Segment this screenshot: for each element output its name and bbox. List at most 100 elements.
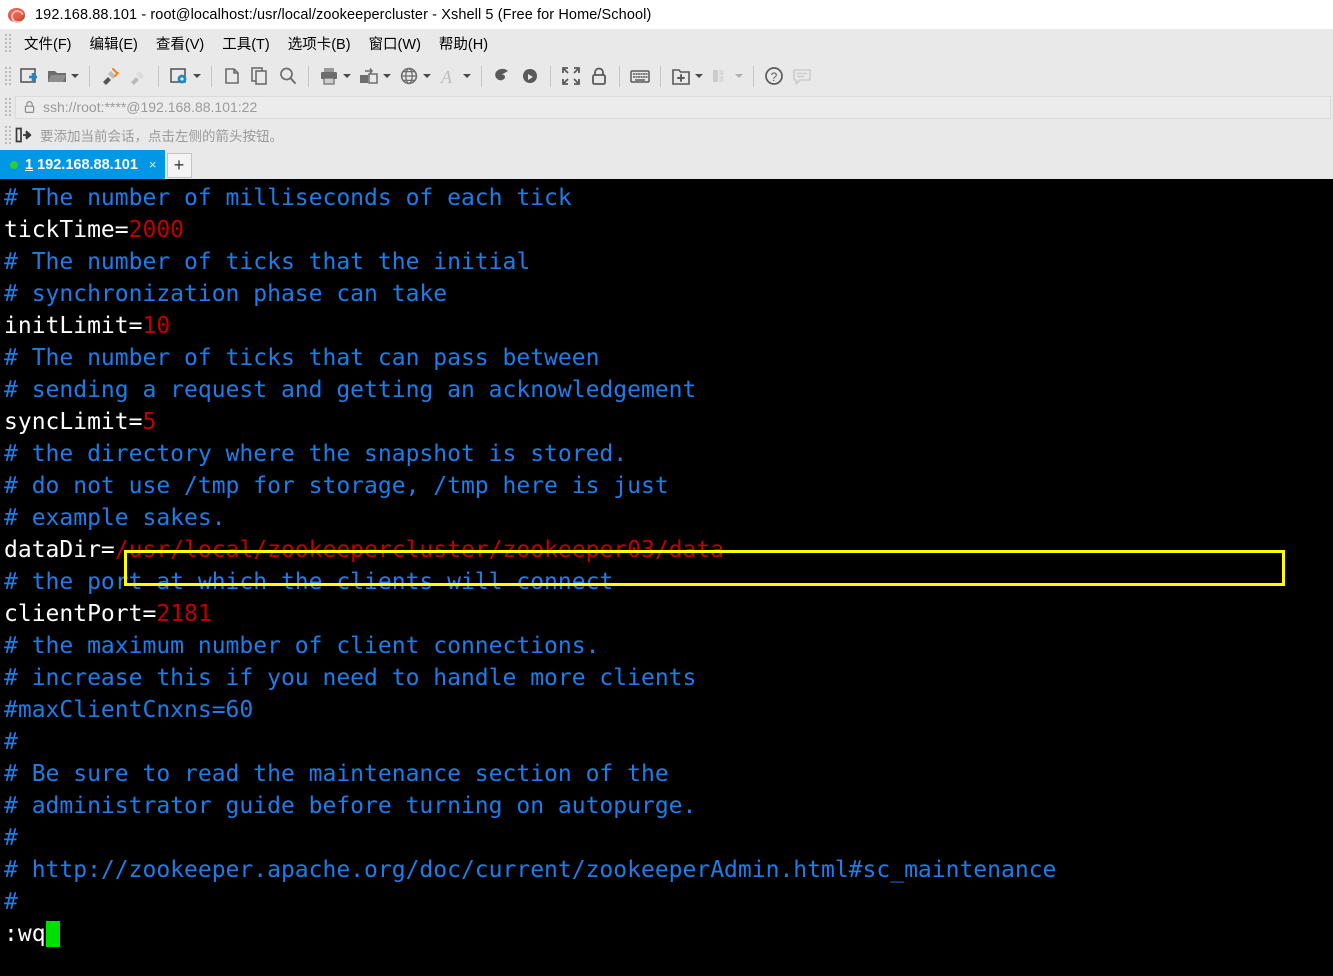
terminal-line: # http://zookeeper.apache.org/doc/curren… bbox=[0, 854, 1333, 886]
copy-session-icon bbox=[225, 68, 239, 84]
chevron-down-icon[interactable] bbox=[71, 74, 79, 78]
menu-bar: 文件(F) 编辑(E) 查看(V) 工具(T) 选项卡(B) 窗口(W) 帮助(… bbox=[0, 29, 1333, 58]
paste-icon bbox=[251, 67, 267, 85]
print-button[interactable] bbox=[315, 61, 355, 91]
tab-host: 192.168.88.101 bbox=[37, 156, 138, 173]
tab-close-icon[interactable]: × bbox=[149, 158, 157, 171]
chevron-down-icon[interactable] bbox=[383, 74, 391, 78]
menu-tools[interactable]: 工具(T) bbox=[213, 31, 279, 56]
terminal-segment: initLimit= bbox=[4, 313, 143, 339]
help-button[interactable]: ? bbox=[760, 61, 788, 91]
xshell-logo-icon bbox=[7, 5, 27, 25]
menu-help[interactable]: 帮助(H) bbox=[430, 31, 497, 56]
xshell-window: 192.168.88.101 - root@localhost:/usr/loc… bbox=[0, 0, 1333, 976]
tab-session-1[interactable]: 1 192.168.88.101 × bbox=[0, 150, 165, 179]
terminal-line: # do not use /tmp for storage, /tmp here… bbox=[0, 470, 1333, 502]
new-tab-button[interactable]: + bbox=[166, 153, 192, 178]
lock-icon bbox=[592, 67, 606, 85]
keyboard-button[interactable] bbox=[626, 61, 654, 91]
terminal-cursor bbox=[45, 921, 60, 947]
lock-button[interactable] bbox=[585, 61, 613, 91]
session-properties-button[interactable] bbox=[165, 61, 205, 91]
chevron-down-icon[interactable] bbox=[463, 74, 471, 78]
terminal-segment: syncLimit= bbox=[4, 409, 143, 435]
font-icon: A bbox=[440, 67, 453, 87]
toolbar-separator bbox=[550, 65, 551, 87]
file-transfer-button[interactable] bbox=[355, 61, 395, 91]
menu-window[interactable]: 窗口(W) bbox=[360, 31, 430, 56]
notice-bar: 要添加当前会话，点击左侧的箭头按钮。 bbox=[0, 120, 1333, 150]
menu-file[interactable]: 文件(F) bbox=[15, 31, 81, 56]
terminal-line: # bbox=[0, 726, 1333, 758]
terminal-line: # the directory where the snapshot is st… bbox=[0, 438, 1333, 470]
terminal-segment: #maxClientCnxns=60 bbox=[4, 697, 254, 723]
chevron-down-icon[interactable] bbox=[695, 74, 703, 78]
terminal-line: # The number of milliseconds of each tic… bbox=[0, 182, 1333, 214]
chevron-down-icon[interactable] bbox=[343, 74, 351, 78]
terminal-line: :wq bbox=[0, 918, 1333, 950]
terminal-line: # sending a request and getting an ackno… bbox=[0, 374, 1333, 406]
fullscreen-button[interactable] bbox=[557, 61, 585, 91]
terminal-line: # The number of ticks that can pass betw… bbox=[0, 342, 1333, 374]
disconnect-button bbox=[124, 61, 152, 91]
menu-edit[interactable]: 编辑(E) bbox=[81, 31, 147, 56]
chevron-down-icon[interactable] bbox=[423, 74, 431, 78]
toolbar-separator bbox=[89, 65, 90, 87]
connect-button[interactable] bbox=[96, 61, 124, 91]
terminal-line: dataDir=/usr/local/zookeepercluster/zook… bbox=[0, 534, 1333, 566]
terminal-segment: # The number of ticks that can pass betw… bbox=[4, 345, 600, 371]
terminal-line: # increase this if you need to handle mo… bbox=[0, 662, 1333, 694]
new-session-button[interactable] bbox=[15, 61, 43, 91]
terminal-segment: # the maximum number of client connectio… bbox=[4, 633, 600, 659]
tab-index: 1 bbox=[25, 156, 34, 173]
help-icon: ? bbox=[765, 67, 783, 85]
font-button[interactable]: A bbox=[435, 61, 475, 91]
feedback-icon bbox=[793, 69, 811, 85]
add-folder-button[interactable] bbox=[667, 61, 707, 91]
terminal-line: syncLimit=5 bbox=[0, 406, 1333, 438]
menubar-gripper[interactable] bbox=[3, 32, 12, 54]
menu-view[interactable]: 查看(V) bbox=[147, 31, 213, 56]
terminal-segment: 2000 bbox=[128, 217, 185, 243]
terminal-segment: # bbox=[4, 889, 18, 915]
tab-status-dot bbox=[10, 160, 18, 169]
open-folder-button[interactable] bbox=[43, 61, 83, 91]
copy-session-button[interactable] bbox=[218, 61, 246, 91]
layout-icon bbox=[713, 70, 724, 82]
toolbar-separator bbox=[211, 65, 212, 87]
paste-button[interactable] bbox=[246, 61, 274, 91]
layout-button bbox=[707, 61, 747, 91]
address-bar: ssh://root:****@192.168.88.101:22 bbox=[0, 94, 1333, 120]
terminal-line: # bbox=[0, 822, 1333, 854]
toolbar-separator bbox=[753, 65, 754, 87]
toolbar-separator bbox=[619, 65, 620, 87]
svg-text:?: ? bbox=[771, 70, 778, 84]
feedback-button[interactable] bbox=[788, 61, 816, 91]
terminal-screen[interactable]: # The number of milliseconds of each tic… bbox=[0, 179, 1333, 976]
globe-button[interactable] bbox=[395, 61, 435, 91]
terminal-segment: # sending a request and getting an ackno… bbox=[4, 377, 697, 403]
shell-button[interactable] bbox=[488, 61, 516, 91]
find-button[interactable] bbox=[274, 61, 302, 91]
addressbar-gripper[interactable] bbox=[3, 96, 12, 118]
terminal-line: # The number of ticks that the initial bbox=[0, 246, 1333, 278]
address-input[interactable]: ssh://root:****@192.168.88.101:22 bbox=[15, 95, 1331, 119]
title-bar: 192.168.88.101 - root@localhost:/usr/loc… bbox=[0, 0, 1333, 29]
tunnel-button[interactable] bbox=[516, 61, 544, 91]
menu-tabs[interactable]: 选项卡(B) bbox=[279, 31, 360, 56]
toolbar-gripper[interactable] bbox=[3, 65, 12, 87]
terminal-segment: clientPort= bbox=[4, 601, 157, 627]
terminal-segment: tickTime= bbox=[4, 217, 129, 243]
fullscreen-icon bbox=[562, 67, 580, 85]
terminal-line: # bbox=[0, 886, 1333, 918]
add-session-arrow-icon[interactable] bbox=[15, 127, 32, 143]
terminal-segment: # do not use /tmp for storage, /tmp here… bbox=[4, 473, 669, 499]
chevron-down-icon[interactable] bbox=[193, 74, 201, 78]
terminal-segment: 2181 bbox=[156, 601, 212, 627]
terminal-segment: # The number of milliseconds of each tic… bbox=[4, 185, 572, 211]
shell-icon bbox=[495, 68, 508, 81]
add-folder-icon bbox=[672, 69, 690, 85]
noticebar-gripper[interactable] bbox=[3, 124, 12, 146]
new-session-icon bbox=[20, 68, 37, 83]
terminal-segment: # The number of ticks that the initial bbox=[4, 249, 531, 275]
